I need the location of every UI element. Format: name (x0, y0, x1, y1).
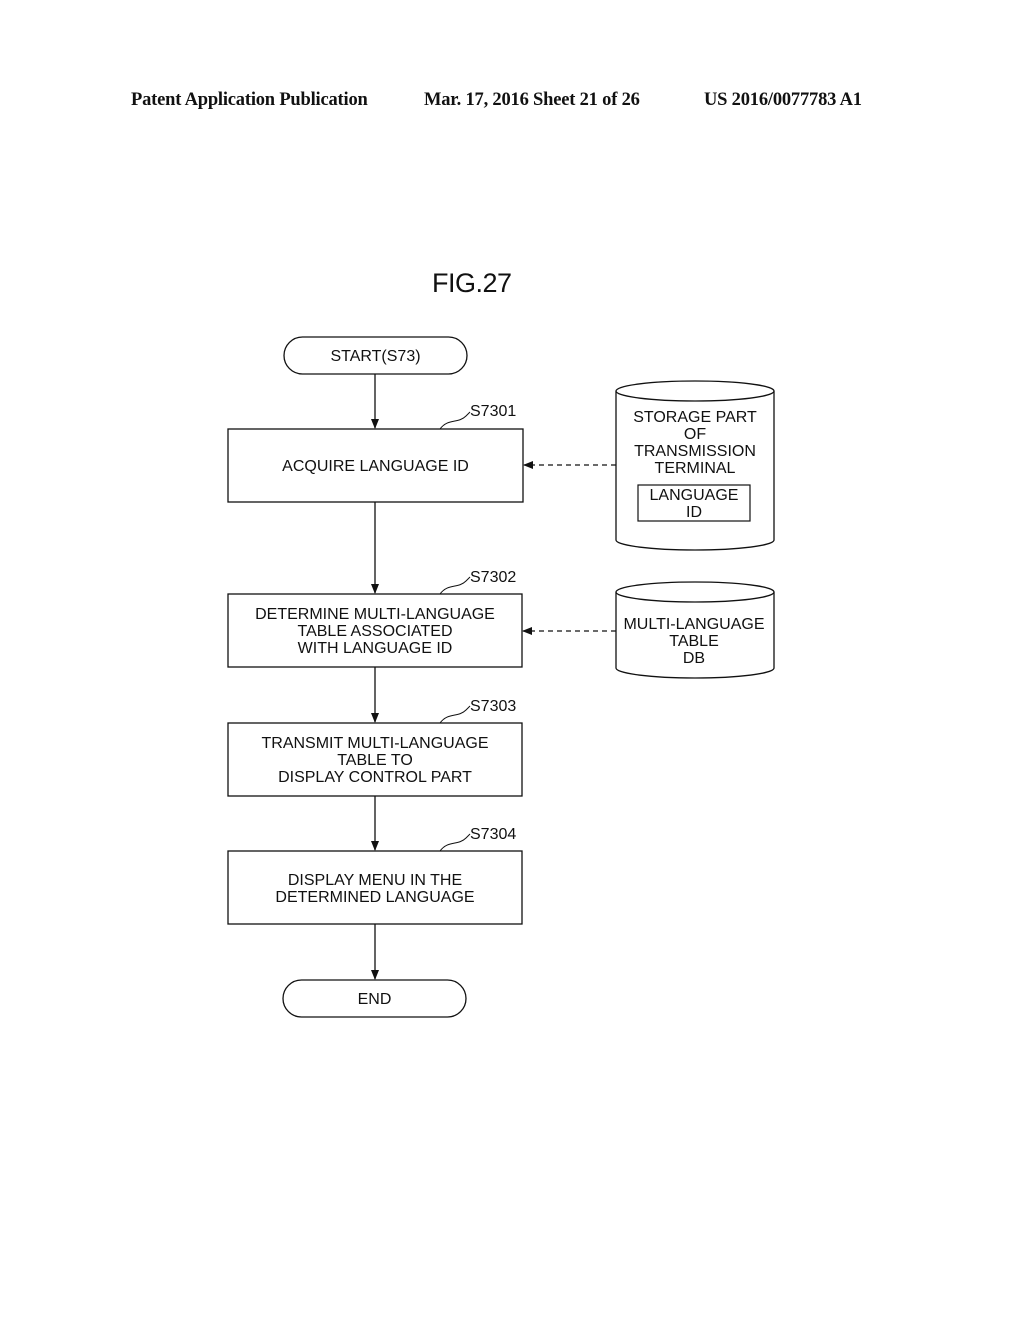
store-2-line-3: DB (683, 650, 705, 667)
step-s7303-line-2: TABLE TO (337, 752, 413, 769)
step-label-leader (439, 411, 471, 430)
start-label: START(S73) (330, 348, 420, 365)
step-label-leader (439, 576, 471, 595)
step-s7304-line-2: DETERMINED LANGUAGE (275, 889, 474, 906)
step-label-leader (439, 833, 471, 852)
step-s7301-text: ACQUIRE LANGUAGE ID (282, 458, 469, 475)
store-1-line-1: STORAGE PART (633, 409, 757, 426)
end-label: END (358, 991, 392, 1008)
step-s7304-id: S7304 (470, 826, 516, 843)
start-terminal: START(S73) (283, 336, 468, 375)
flowchart-diagram: START(S73) ACQUIRE LANGUAGE ID S7301 DET… (227, 336, 775, 1018)
end-terminal: END (282, 979, 467, 1018)
store-1-line-3: TRANSMISSION (634, 443, 756, 460)
store-1-line-2: OF (684, 426, 706, 443)
step-s7303-line-3: DISPLAY CONTROL PART (278, 769, 472, 786)
step-s7302-line-3: WITH LANGUAGE ID (298, 640, 453, 657)
step-s7303-line-1: TRANSMIT MULTI-LANGUAGE (262, 735, 489, 752)
store-2-line-2: TABLE (669, 633, 719, 650)
step-s7304-line-1: DISPLAY MENU IN THE (288, 872, 462, 889)
store-2-line-1: MULTI-LANGUAGE (623, 616, 764, 633)
data-store-storage-part: STORAGE PART OF TRANSMISSION TERMINAL LA… (615, 380, 775, 551)
step-s7301-id: S7301 (470, 403, 516, 420)
step-s7302-line-1: DETERMINE MULTI-LANGUAGE (255, 606, 495, 623)
store-1-line-4: TERMINAL (655, 460, 736, 477)
step-label-leader (439, 705, 471, 724)
step-s7302-id: S7302 (470, 569, 516, 586)
store-1-inner-line-1: LANGUAGE (650, 487, 739, 504)
store-1-inner-line-2: ID (686, 504, 702, 521)
step-s7303-id: S7303 (470, 698, 516, 715)
data-store-multi-language-db: MULTI-LANGUAGE TABLE DB (615, 581, 775, 679)
step-s7302-line-2: TABLE ASSOCIATED (297, 623, 452, 640)
